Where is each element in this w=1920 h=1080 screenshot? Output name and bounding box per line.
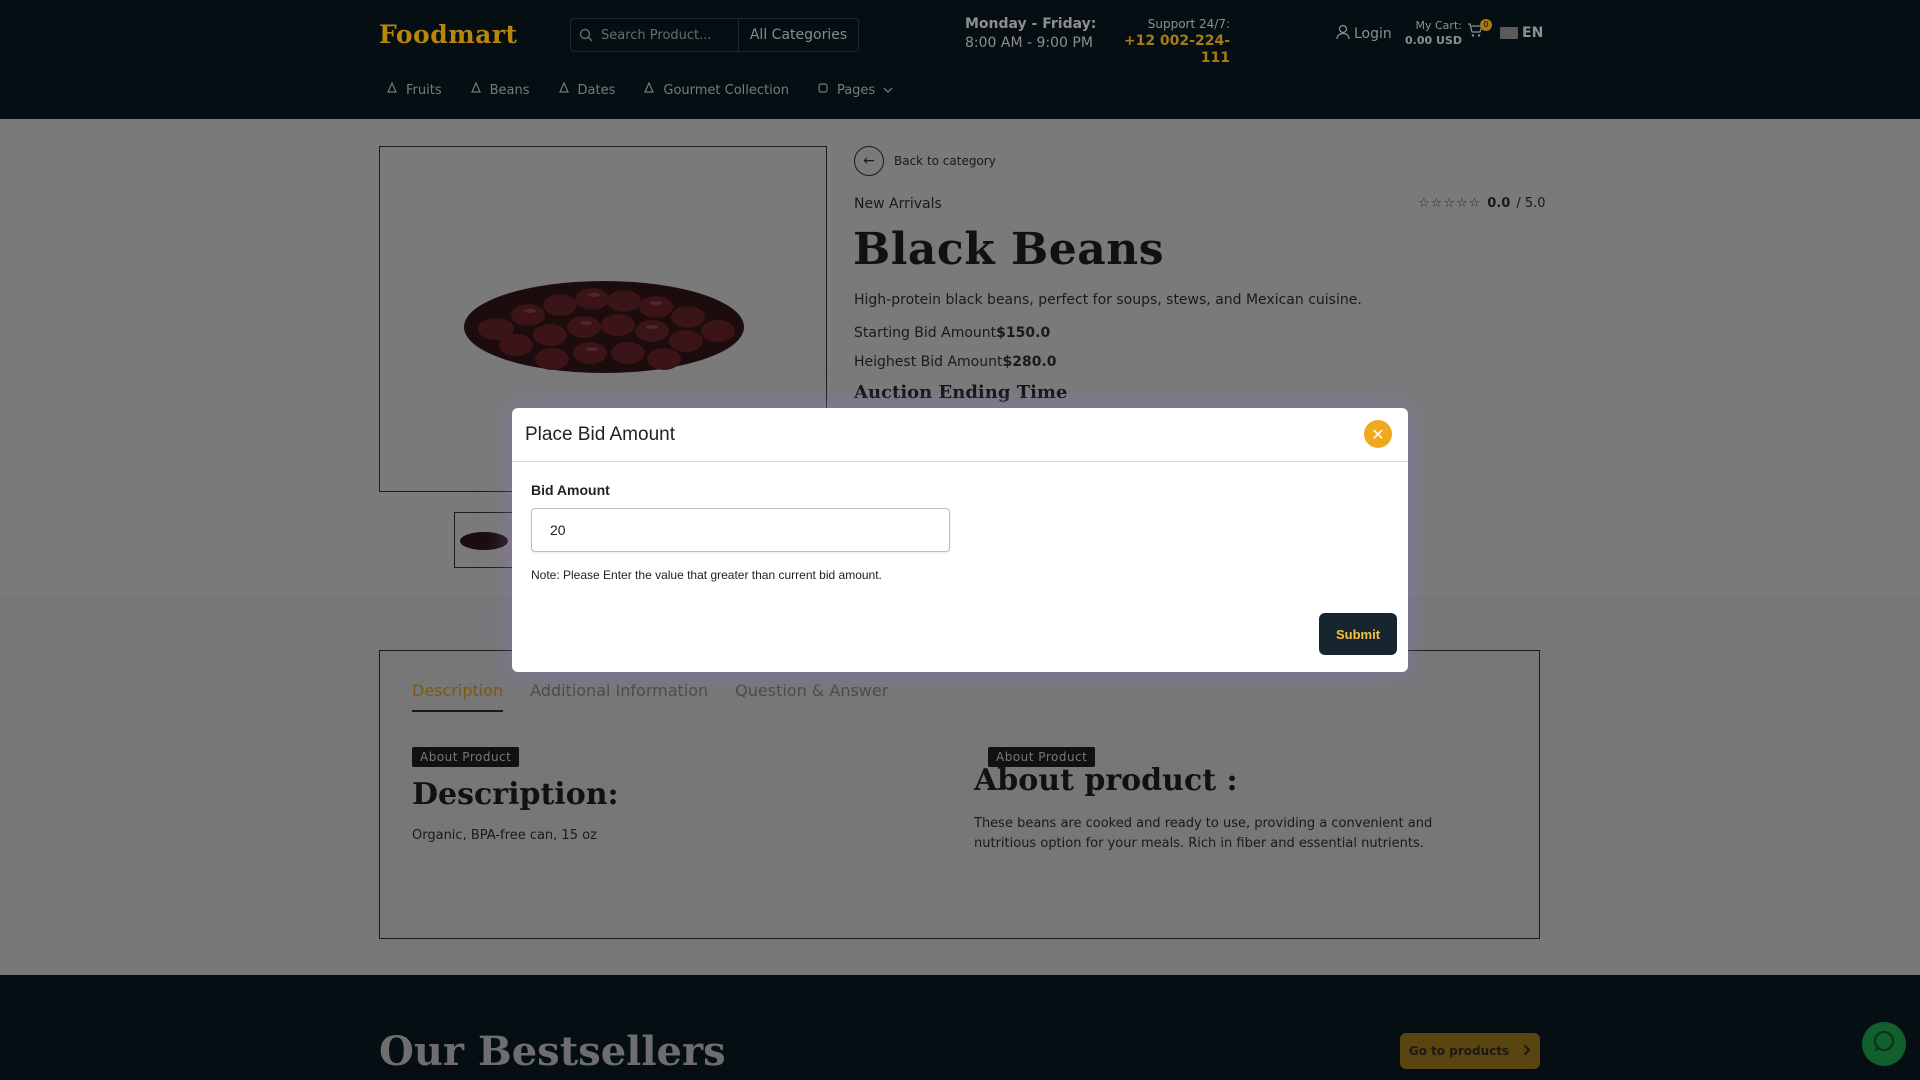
nav-label[interactable]: Dates xyxy=(578,83,616,98)
site-logo[interactable]: Foodmart xyxy=(379,20,518,49)
tab-list: Description Additional Information Quest… xyxy=(412,681,888,712)
tab-description[interactable]: Description xyxy=(412,681,504,712)
highest-bid: Heighest Bid Amount$280.0 xyxy=(854,354,1057,370)
highest-bid-label: Heighest Bid Amount xyxy=(854,354,1003,370)
leaf-icon xyxy=(386,81,398,98)
category-select[interactable]: All Categories xyxy=(738,19,858,51)
cart-summary[interactable]: My Cart: 0.00 USD xyxy=(1405,18,1462,48)
modal-title: Place Bid Amount xyxy=(525,423,675,445)
support-info: Support 24/7: +12 002-224-111 xyxy=(1110,16,1230,67)
bid-amount-label: Bid Amount xyxy=(531,482,610,498)
product-rating: ☆☆☆☆☆ 0.0 / 5.0 xyxy=(1418,196,1546,211)
hours-days: Monday - Friday: xyxy=(965,16,1097,32)
whatsapp-button[interactable] xyxy=(1862,1022,1906,1066)
cart-value: 0.00 USD xyxy=(1405,34,1462,47)
flag-icon xyxy=(1500,27,1518,39)
starting-bid-label: Starting Bid Amount xyxy=(854,325,997,341)
user-icon xyxy=(1336,24,1350,44)
about-text: These beans are cooked and ready to use,… xyxy=(974,816,1433,851)
bid-note: Note: Please Enter the value that greate… xyxy=(531,568,882,582)
support-label: Support 24/7: xyxy=(1147,17,1230,31)
tab-additional-information[interactable]: Additional Information xyxy=(530,681,708,712)
description-text: Organic, BPA-free can, 15 oz xyxy=(412,828,597,843)
place-bid-modal: Place Bid Amount ✕ Bid Amount 20 Note: P… xyxy=(512,408,1408,672)
nav-label[interactable]: Fruits xyxy=(406,83,442,98)
description-column: About Product Description: Organic, BPA-… xyxy=(412,746,619,843)
about-product-pill: About Product xyxy=(412,747,520,767)
back-to-category-link[interactable]: ← Back to category xyxy=(854,146,996,176)
chevron-right-icon xyxy=(1523,1044,1531,1059)
support-phone[interactable]: +12 002-224-111 xyxy=(1110,33,1230,67)
starting-bid: Starting Bid Amount$150.0 xyxy=(854,325,1050,341)
go-to-products-label[interactable]: Go to products xyxy=(1409,1044,1509,1058)
about-column: About Product About product : These bean… xyxy=(974,746,1494,854)
login-link[interactable]: Login xyxy=(1336,24,1392,44)
whatsapp-icon xyxy=(1871,1029,1897,1059)
product-tag: New Arrivals xyxy=(854,196,942,212)
search-bar[interactable]: Search Product... All Categories xyxy=(570,18,859,52)
search-input[interactable]: Search Product... xyxy=(601,28,738,43)
nav-item-fruits[interactable]: Fruits xyxy=(386,81,442,98)
product-title: Black Beans xyxy=(853,224,1164,275)
starting-bid-value: $150.0 xyxy=(996,325,1051,341)
cart-label: My Cart: xyxy=(1415,19,1462,32)
login-label[interactable]: Login xyxy=(1354,26,1392,42)
highest-bid-value: $280.0 xyxy=(1002,354,1057,370)
back-label[interactable]: Back to category xyxy=(894,154,996,168)
rating-value: 0.0 xyxy=(1487,196,1511,211)
main-nav: Fruits Beans Dates Gourmet Collection Pa… xyxy=(386,81,921,98)
opening-hours: Monday - Friday: 8:00 AM - 9:00 PM xyxy=(965,15,1096,53)
bid-amount-input[interactable]: 20 xyxy=(531,508,950,552)
chevron-down-icon xyxy=(883,83,893,98)
product-thumbnail[interactable] xyxy=(454,512,514,568)
product-description: High-protein black beans, perfect for so… xyxy=(854,292,1362,308)
rating-max: / 5.0 xyxy=(1516,196,1546,211)
go-to-products-button[interactable]: Go to products xyxy=(1400,1033,1540,1069)
nav-label[interactable]: Pages xyxy=(837,83,875,98)
language-label[interactable]: EN xyxy=(1522,25,1543,41)
leaf-icon xyxy=(470,81,482,98)
modal-header: Place Bid Amount ✕ xyxy=(512,408,1408,462)
bestsellers-section xyxy=(0,975,1920,1080)
submit-button[interactable]: Submit xyxy=(1319,613,1397,655)
nav-item-beans[interactable]: Beans xyxy=(470,81,530,98)
tab-question-answer[interactable]: Question & Answer xyxy=(735,681,888,712)
page-icon xyxy=(817,82,829,98)
product-tabs: Description Additional Information Quest… xyxy=(379,650,1540,939)
about-heading: About product : xyxy=(974,763,1238,798)
close-icon[interactable]: ✕ xyxy=(1364,420,1392,448)
nav-item-pages[interactable]: Pages xyxy=(817,82,893,98)
auction-heading: Auction Ending Time xyxy=(854,382,1068,403)
nav-item-gourmet-collection[interactable]: Gourmet Collection xyxy=(643,81,789,98)
leaf-icon xyxy=(643,81,655,98)
site-header: Foodmart Search Product... All Categorie… xyxy=(0,0,1920,119)
description-heading: Description: xyxy=(412,777,619,812)
cart-count-badge: 0 xyxy=(1480,19,1492,31)
product-image xyxy=(464,281,744,373)
modal-body: Bid Amount 20 Note: Please Enter the val… xyxy=(512,462,1408,602)
hours-time: 8:00 AM - 9:00 PM xyxy=(965,35,1093,51)
language-selector[interactable]: EN xyxy=(1500,25,1543,41)
nav-label[interactable]: Beans xyxy=(490,83,530,98)
nav-label[interactable]: Gourmet Collection xyxy=(663,83,789,98)
bestsellers-heading: Our Bestsellers xyxy=(379,1028,726,1075)
arrow-left-icon[interactable]: ← xyxy=(854,146,884,176)
search-icon[interactable] xyxy=(571,28,601,42)
nav-item-dates[interactable]: Dates xyxy=(558,81,616,98)
star-rating-icon: ☆☆☆☆☆ xyxy=(1418,196,1482,211)
leaf-icon xyxy=(558,81,570,98)
